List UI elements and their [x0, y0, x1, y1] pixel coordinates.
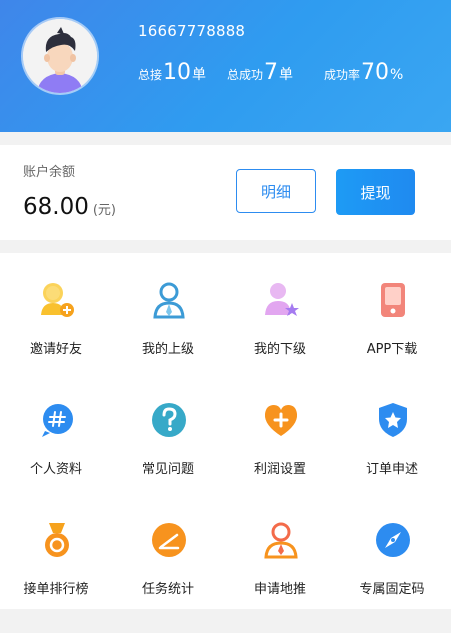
- menu-item-label: APP下载: [366, 342, 418, 357]
- menu-item-apply-promotion[interactable]: 申请地推: [224, 493, 336, 608]
- menu-item-label: 接单排行榜: [23, 582, 89, 597]
- avatar-icon: [23, 19, 97, 93]
- balance-card: 账户余额 68.00 (元) 明细 提现: [0, 145, 451, 240]
- menu-item-faq[interactable]: 常见问题: [112, 373, 224, 488]
- person-tie-icon: [260, 519, 302, 561]
- profile-header: 16667778888 总接10单 总成功7单 成功率70%: [0, 0, 451, 132]
- heart-plus-icon: [260, 399, 302, 441]
- shield-star-icon: [372, 399, 414, 441]
- menu-item-ranking[interactable]: 接单排行榜: [0, 493, 112, 608]
- menu-item-label: 利润设置: [253, 462, 306, 477]
- menu-item-profile[interactable]: 个人资料: [0, 373, 112, 488]
- menu-item-label: 常见问题: [141, 462, 194, 477]
- menu-item-label: 任务统计: [141, 582, 194, 597]
- balance-value: 68.00 (元): [23, 194, 116, 220]
- stat-success-rate: 成功率70%: [324, 60, 403, 85]
- stat-value: 70: [361, 60, 390, 85]
- menu-item-profit-settings[interactable]: 利润设置: [224, 373, 336, 488]
- stat-value: 7: [264, 60, 279, 85]
- menu-item-label: 申请地推: [253, 582, 306, 597]
- stat-label: 总成功: [227, 68, 264, 82]
- menu-item-invite-friend[interactable]: 邀请好友: [0, 253, 112, 368]
- stat-label: 成功率: [324, 68, 361, 82]
- detail-button[interactable]: 明细: [236, 169, 316, 213]
- stat-value: 10: [163, 60, 192, 85]
- stat-label: 总接: [138, 68, 163, 82]
- menu-grid: 邀请好友 我的上级 我的下级 APP下载 个人资料 常见问题 利润设置 订单申述…: [0, 253, 451, 609]
- menu-item-label: 个人资料: [29, 462, 82, 477]
- menu-item-order-appeal[interactable]: 订单申述: [336, 373, 448, 488]
- menu-item-label: 我的下级: [253, 342, 306, 357]
- subordinate-icon: [260, 279, 302, 321]
- avatar[interactable]: [23, 19, 97, 93]
- compass-icon: [372, 519, 414, 561]
- phone-download-icon: [372, 279, 414, 321]
- menu-item-app-download[interactable]: APP下载: [336, 253, 448, 368]
- menu-item-label: 订单申述: [365, 462, 418, 477]
- stat-unit: 单: [192, 67, 207, 83]
- superior-icon: [148, 279, 190, 321]
- menu-item-task-stats[interactable]: 任务统计: [112, 493, 224, 608]
- phone-number: 16667778888: [138, 22, 246, 40]
- menu-item-label: 我的上级: [141, 342, 194, 357]
- withdraw-button[interactable]: 提现: [336, 169, 415, 215]
- menu-item-fixed-code[interactable]: 专属固定码: [336, 493, 448, 608]
- medal-icon: [36, 519, 78, 561]
- balance-label: 账户余额: [23, 165, 76, 180]
- stat-unit: %: [390, 67, 404, 83]
- menu-item-label: 邀请好友: [29, 342, 82, 357]
- stat-total-success: 总成功7单: [227, 60, 293, 85]
- chart-icon: [148, 519, 190, 561]
- question-icon: [148, 399, 190, 441]
- menu-item-label: 专属固定码: [359, 582, 425, 597]
- menu-item-superior[interactable]: 我的上级: [112, 253, 224, 368]
- profile-hash-icon: [36, 399, 78, 441]
- balance-amount: 68.00: [23, 194, 89, 220]
- invite-friend-icon: [36, 279, 78, 321]
- menu-item-subordinate[interactable]: 我的下级: [224, 253, 336, 368]
- stat-unit: 单: [279, 67, 294, 83]
- balance-unit: (元): [92, 203, 117, 218]
- stat-total-orders: 总接10单: [138, 60, 206, 85]
